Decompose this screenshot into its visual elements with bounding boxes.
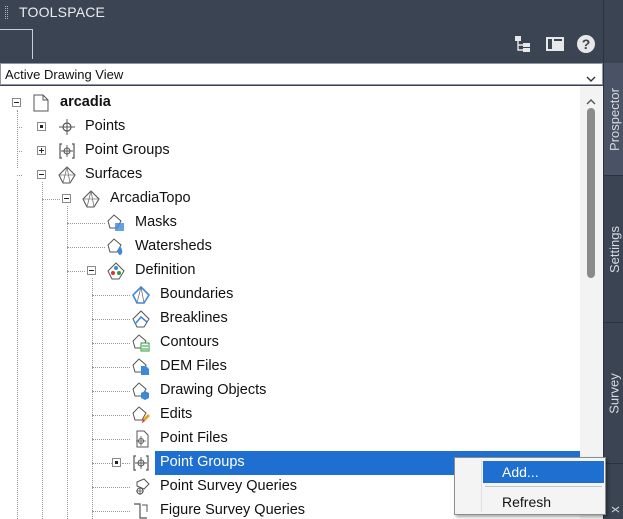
menu-item-label: Refresh — [502, 494, 552, 510]
tree-item-arcadiatopo[interactable]: ArcadiaTopo — [0, 187, 580, 211]
tree-item-label: Point Groups — [85, 142, 170, 158]
expand-toggle[interactable] — [112, 458, 121, 467]
item-view-icon[interactable] — [513, 34, 533, 54]
tree-item-points[interactable]: Points — [0, 115, 580, 139]
tree-item-point-files[interactable]: Point Files — [0, 427, 580, 451]
tree-item-label: Definition — [135, 262, 196, 278]
point-survey-queries-icon — [132, 478, 150, 496]
tree-item-contours[interactable]: Contours — [0, 331, 580, 355]
tree-item-surfaces[interactable]: Surfaces — [0, 163, 580, 187]
tree-item-label: Points — [85, 118, 126, 134]
tab-prospector[interactable]: Prospector — [604, 63, 623, 175]
watersheds-icon — [107, 238, 125, 256]
prospector-tree[interactable]: arcadia Points Point Groups Surfaces Arc… — [0, 86, 603, 519]
scrollbar-thumb[interactable] — [587, 108, 595, 278]
tree-item-drawing-objects[interactable]: Drawing Objects — [0, 379, 580, 403]
expand-toggle[interactable] — [37, 146, 46, 155]
tree-item-label: Edits — [160, 406, 193, 422]
drawing-objects-icon — [132, 382, 150, 400]
tree-item-label: ArcadiaTopo — [110, 190, 191, 206]
breaklines-icon — [132, 310, 150, 328]
tree-item-label: Masks — [135, 214, 177, 230]
contours-icon — [132, 334, 150, 352]
tab-label: Settings — [606, 225, 622, 273]
tree-item-label: arcadia — [60, 94, 111, 110]
tree-item-label: Contours — [160, 334, 219, 350]
tree-item-boundaries[interactable]: Boundaries — [0, 283, 580, 307]
drawing-icon — [32, 94, 50, 112]
point-files-icon — [132, 430, 150, 448]
tree-item-label: DEM Files — [160, 358, 227, 374]
title-bar[interactable]: TOOLSPACE — [0, 0, 603, 26]
edits-icon — [132, 406, 150, 424]
menu-gutter — [481, 460, 482, 512]
tree-item-label: Surfaces — [85, 166, 143, 182]
figure-survey-queries-icon — [132, 502, 150, 519]
tree-scrollbar[interactable] — [580, 86, 603, 519]
tree-item-label: Drawing Objects — [160, 382, 267, 398]
tree-item-label: Figure Survey Queries — [160, 502, 306, 518]
menu-item-label: Add... — [502, 464, 539, 480]
tree-item-arcadia[interactable]: arcadia — [0, 91, 580, 115]
help-icon[interactable]: ? — [576, 34, 596, 54]
collapse-toggle[interactable] — [62, 194, 71, 203]
svg-text:?: ? — [582, 36, 591, 52]
view-selector-dropdown[interactable]: Active Drawing View — [0, 63, 603, 85]
tree-item-dem-files[interactable]: DEM Files — [0, 355, 580, 379]
menu-item-refresh[interactable]: Refresh — [483, 491, 604, 513]
toolbar-frame — [0, 29, 33, 59]
tree-item-label: Point Survey Queries — [160, 478, 298, 494]
tab-separator — [604, 463, 623, 464]
tree-item-breaklines[interactable]: Breaklines — [0, 307, 580, 331]
drag-grip[interactable] — [5, 6, 8, 19]
collapse-toggle[interactable] — [87, 266, 96, 275]
tree-item-masks[interactable]: Masks — [0, 211, 580, 235]
surfaces-icon — [58, 166, 76, 184]
tab-label: Survey — [606, 372, 622, 414]
point-groups-icon — [58, 142, 76, 160]
definition-icon — [107, 262, 125, 280]
tree-item-watersheds[interactable]: Watersheds — [0, 235, 580, 259]
side-tab-strip: Prospector Settings Survey x — [603, 0, 623, 519]
masks-icon — [107, 214, 125, 232]
menu-separator — [485, 486, 602, 487]
expand-toggle[interactable] — [37, 122, 46, 131]
panorama-icon[interactable] — [545, 34, 565, 54]
menu-item-add[interactable]: Add... — [483, 461, 604, 483]
toolbar: ? — [0, 26, 603, 62]
surface-icon — [82, 190, 100, 208]
tree-item-label: Boundaries — [160, 286, 234, 302]
tab-toolbox[interactable]: x — [604, 500, 623, 519]
boundaries-icon — [132, 286, 150, 304]
tree-item-label: Point Files — [160, 430, 228, 446]
tab-settings[interactable]: Settings — [604, 176, 623, 322]
tab-survey[interactable]: Survey — [604, 323, 623, 463]
tree-item-label: Watersheds — [135, 238, 212, 254]
dem-files-icon — [132, 358, 150, 376]
tree-item-label: Breaklines — [160, 310, 228, 326]
tree-item-point-groups[interactable]: Point Groups — [0, 139, 580, 163]
view-selector-value: Active Drawing View — [5, 67, 124, 82]
tree-item-label: Point Groups — [160, 454, 245, 470]
tab-label: Prospector — [606, 87, 622, 151]
tree-item-definition[interactable]: Definition — [0, 259, 580, 283]
context-menu: Add... Refresh — [454, 457, 606, 515]
tab-label: x — [606, 506, 622, 513]
points-icon — [58, 118, 76, 136]
collapse-toggle[interactable] — [12, 98, 21, 107]
tree-item-edits[interactable]: Edits — [0, 403, 580, 427]
collapse-toggle[interactable] — [37, 170, 46, 179]
point-groups-icon — [132, 454, 150, 472]
window-title: TOOLSPACE — [19, 4, 106, 20]
